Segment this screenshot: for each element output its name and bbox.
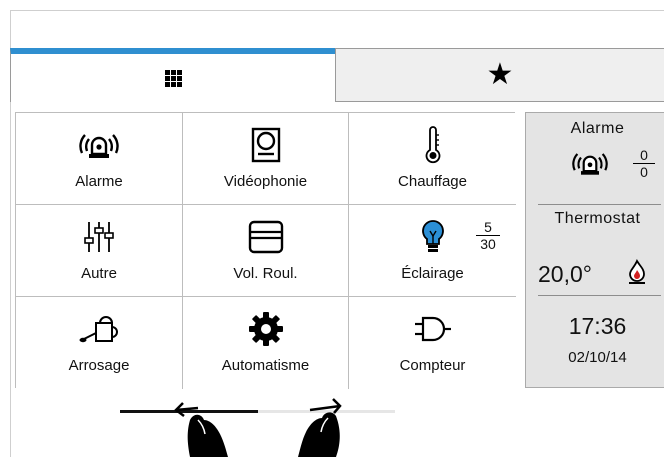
lights-on-count: 5	[484, 219, 492, 235]
tile-label: Compteur	[399, 357, 466, 374]
grid-icon	[164, 69, 182, 87]
tile-label: Autre	[81, 265, 117, 282]
tile-label: Alarme	[75, 173, 123, 190]
tile-label: Éclairage	[401, 265, 464, 282]
tile-label: Chauffage	[398, 173, 467, 190]
status-panel: Alarme 0 0 Thermostat 20,0° 17:36 02/10/…	[525, 112, 664, 388]
alarm-active-count: 0	[640, 147, 648, 163]
lights-on-counter: 5 30	[476, 219, 500, 252]
intercom-icon	[183, 127, 348, 163]
alarm-counter: 0 0	[633, 147, 655, 180]
tile-videophonie[interactable]: Vidéophonie	[183, 113, 349, 205]
thermostat-temperature[interactable]: 20,0°	[538, 261, 592, 288]
thermometer-icon	[349, 126, 516, 164]
tile-autre[interactable]: Autre	[16, 205, 183, 297]
divider	[538, 204, 661, 205]
tile-label: Automatisme	[221, 357, 310, 374]
gear-icon	[183, 311, 348, 347]
flame-icon	[626, 259, 648, 290]
swipe-hands-icon	[150, 390, 380, 457]
sliders-icon	[16, 219, 182, 255]
tab-favorites[interactable]: ★	[335, 48, 664, 102]
tile-eclairage[interactable]: 5 30 Éclairage	[349, 205, 516, 297]
plug-icon	[349, 311, 516, 347]
tile-alarme[interactable]: Alarme	[16, 113, 183, 205]
tile-label: Arrosage	[68, 357, 130, 374]
tile-compteur[interactable]: Compteur	[349, 297, 516, 389]
tile-label: Vol. Roul.	[233, 265, 298, 282]
tile-automatisme[interactable]: Automatisme	[183, 297, 349, 389]
lights-total-count: 30	[480, 236, 496, 252]
clock-time: 17:36	[568, 313, 627, 339]
alarm-icon	[572, 149, 608, 182]
alarm-icon	[16, 127, 182, 163]
alarm-status-title: Alarme	[570, 120, 625, 137]
tab-home-grid[interactable]	[10, 48, 335, 102]
frame-top	[10, 10, 664, 11]
category-grid: Alarme Vidéophonie Chauffage Autre Vol. …	[15, 112, 516, 389]
tile-arrosage[interactable]: Arrosage	[16, 297, 183, 389]
star-icon: ★	[486, 57, 514, 92]
alarm-total-count: 0	[640, 164, 648, 180]
watering-can-icon	[16, 311, 182, 347]
tile-label: Vidéophonie	[223, 173, 308, 190]
thermostat-title[interactable]: Thermostat	[526, 210, 664, 228]
tile-vol-roul[interactable]: Vol. Roul.	[183, 205, 349, 297]
divider	[538, 295, 661, 296]
clock-date: 02/10/14	[568, 349, 627, 366]
tile-chauffage[interactable]: Chauffage	[349, 113, 516, 205]
roller-shutter-icon	[183, 219, 348, 255]
